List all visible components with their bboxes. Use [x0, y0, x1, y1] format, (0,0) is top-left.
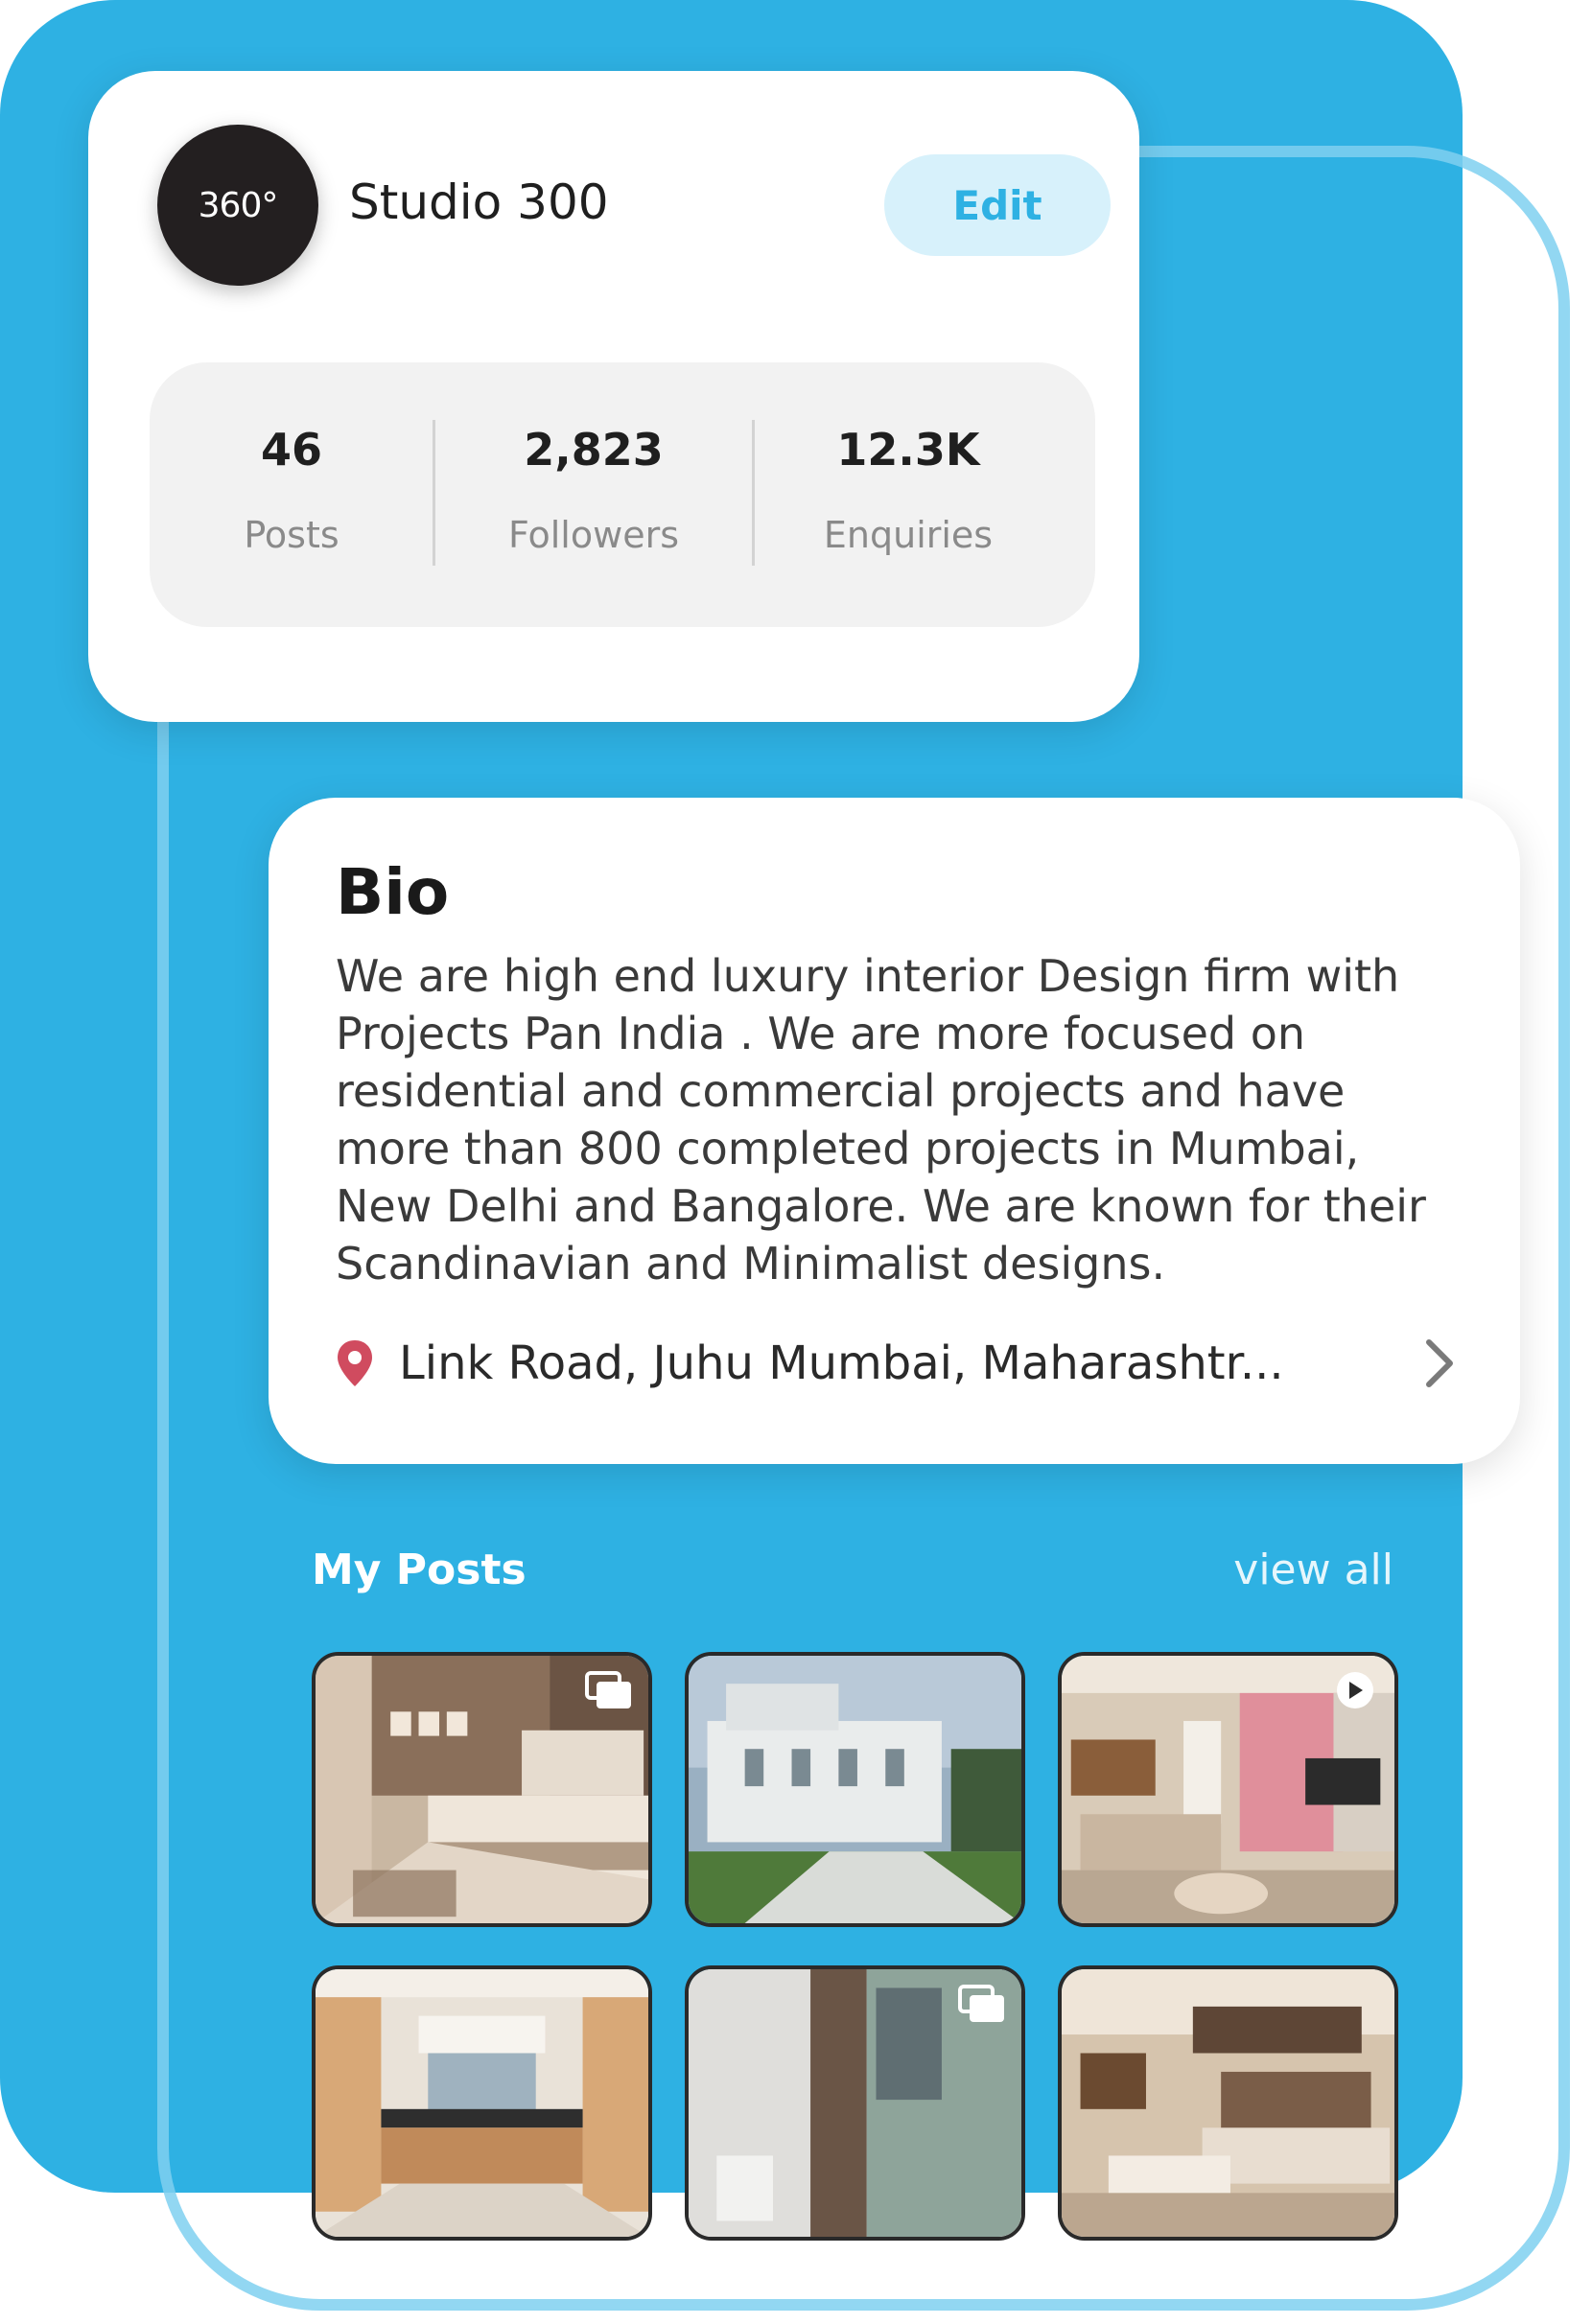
- my-posts-title: My Posts: [312, 1545, 527, 1594]
- stat-enquiries-value: 12.3K: [836, 424, 980, 476]
- post-thumbnail-master-bedroom[interactable]: [1058, 1965, 1398, 2241]
- post-thumbnail-bedroom[interactable]: [312, 1652, 652, 1927]
- bio-text: We are high end luxury interior Design f…: [336, 950, 1426, 1290]
- profile-name: Studio 300: [349, 174, 609, 230]
- villa-image: [689, 1656, 1021, 1923]
- stat-followers[interactable]: 2,823 Followers: [435, 362, 752, 627]
- gallery-icon: [958, 1985, 1004, 2022]
- stat-enquiries-label: Enquiries: [823, 514, 994, 556]
- location-row[interactable]: Link Road, Juhu Mumbai, Maharashtr...: [336, 1325, 1458, 1402]
- post-thumbnail-kitchen[interactable]: [312, 1965, 652, 2241]
- location-text: Link Road, Juhu Mumbai, Maharashtr...: [399, 1336, 1284, 1390]
- kitchen-image: [316, 1969, 648, 2237]
- bio-card: Bio We are high end luxury interior Desi…: [269, 798, 1520, 1464]
- avatar[interactable]: 360°: [157, 125, 318, 286]
- gallery-icon: [585, 1671, 631, 1708]
- stat-followers-label: Followers: [508, 514, 679, 556]
- avatar-logo-text: 360°: [198, 185, 279, 225]
- chevron-right-icon[interactable]: [1419, 1335, 1458, 1392]
- stat-posts[interactable]: 46 Posts: [150, 362, 433, 627]
- master-bedroom-image: [1062, 1969, 1394, 2237]
- stat-posts-value: 46: [260, 424, 322, 476]
- stat-enquiries[interactable]: 12.3K Enquiries: [755, 362, 1062, 627]
- stat-followers-value: 2,823: [524, 424, 664, 476]
- post-thumbnail-bathroom[interactable]: [685, 1965, 1025, 2241]
- play-icon: [1337, 1672, 1373, 1708]
- edit-button[interactable]: Edit: [884, 154, 1111, 256]
- post-thumbnail-living-room[interactable]: [1058, 1652, 1398, 1927]
- location-pin-icon: [338, 1340, 372, 1386]
- post-thumbnail-villa-exterior[interactable]: [685, 1652, 1025, 1927]
- stats-panel: 46 Posts 2,823 Followers 12.3K Enquiries: [150, 362, 1095, 627]
- profile-card: 360° Studio 300 Edit 46 Posts 2,823 Foll…: [88, 71, 1139, 722]
- stat-posts-label: Posts: [244, 514, 339, 556]
- bio-title: Bio: [336, 855, 450, 929]
- view-all-link[interactable]: view all: [1233, 1545, 1393, 1594]
